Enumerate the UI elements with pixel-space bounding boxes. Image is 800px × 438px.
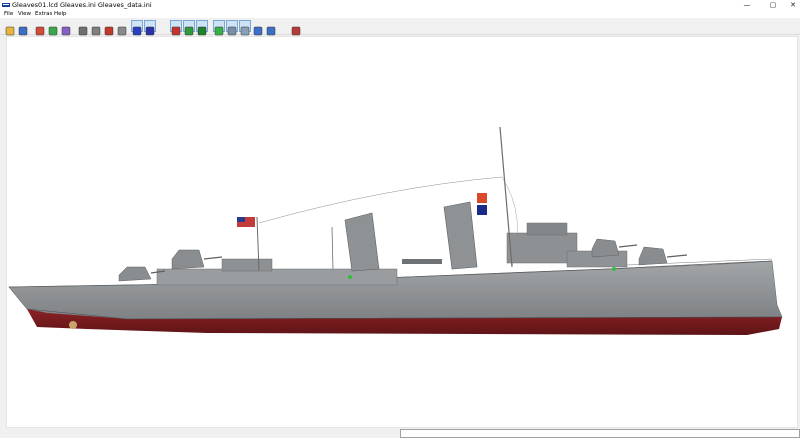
close-button[interactable]: ✕ [786, 0, 800, 10]
add-object-icon [35, 26, 45, 36]
solid-shade-1-icon [78, 26, 88, 36]
toolbar-button-red-box[interactable] [170, 20, 182, 36]
toolbar-button-axes[interactable] [252, 20, 264, 36]
minimize-button[interactable]: — [734, 0, 760, 10]
menu-file[interactable]: File [4, 10, 13, 18]
title-bar: Gleaves01.lcd Gleaves.ini Gleaves_data.i… [0, 0, 800, 10]
solid-shade-2-icon [91, 26, 101, 36]
menu-bar: File View Extras Help [0, 10, 800, 18]
cube-icon [266, 26, 276, 36]
status-bar [0, 428, 800, 438]
menu-view[interactable]: View [18, 10, 31, 18]
toolbar-button-save[interactable] [17, 20, 29, 36]
toolbar-button-delete-object[interactable] [60, 20, 72, 36]
tools-icon [291, 26, 301, 36]
delete-object-icon [61, 26, 71, 36]
toolbar-button-edit-object[interactable] [47, 20, 59, 36]
status-field [400, 429, 800, 438]
axes-icon [253, 26, 263, 36]
toolbar-button-cube[interactable] [265, 20, 277, 36]
toolbar-button-solid-shade-3[interactable] [116, 20, 128, 36]
toolbar-button-solid-red[interactable] [103, 20, 115, 36]
toolbar-button-open-folder[interactable] [4, 20, 16, 36]
save-icon [18, 26, 28, 36]
toolbar-button-green-box-2[interactable] [196, 20, 208, 36]
toolbar-button-layer-view-1[interactable] [226, 20, 238, 36]
ship-render [8, 126, 783, 335]
blue-box-2-icon [145, 26, 155, 36]
model-viewport[interactable] [6, 36, 798, 428]
edit-object-icon [48, 26, 58, 36]
toolbar-button-green-box-3[interactable] [213, 20, 225, 36]
red-box-icon [171, 26, 181, 36]
toolbar-button-blue-box-2[interactable] [144, 20, 156, 36]
blue-box-1-icon [132, 26, 142, 36]
toolbar-button-blue-box-1[interactable] [131, 20, 143, 36]
solid-red-icon [104, 26, 114, 36]
toolbar-button-layer-view-2[interactable] [239, 20, 251, 36]
solid-shade-3-icon [117, 26, 127, 36]
toolbar-button-add-object[interactable] [34, 20, 46, 36]
toolbar [0, 18, 800, 36]
toolbar-button-tools[interactable] [290, 20, 302, 36]
green-box-1-icon [184, 26, 194, 36]
green-box-2-icon [197, 26, 207, 36]
green-box-3-icon [214, 26, 224, 36]
layer-view-2-icon [240, 26, 250, 36]
open-folder-icon [5, 26, 15, 36]
toolbar-button-green-box-1[interactable] [183, 20, 195, 36]
toolbar-button-solid-shade-2[interactable] [90, 20, 102, 36]
menu-help[interactable]: Help [54, 10, 67, 18]
window-title: Gleaves01.lcd Gleaves.ini Gleaves_data.i… [12, 1, 152, 9]
toolbar-button-solid-shade-1[interactable] [77, 20, 89, 36]
maximize-button[interactable]: ▢ [760, 0, 786, 10]
app-icon [2, 3, 10, 7]
layer-view-1-icon [227, 26, 237, 36]
menu-extras[interactable]: Extras [35, 10, 52, 18]
